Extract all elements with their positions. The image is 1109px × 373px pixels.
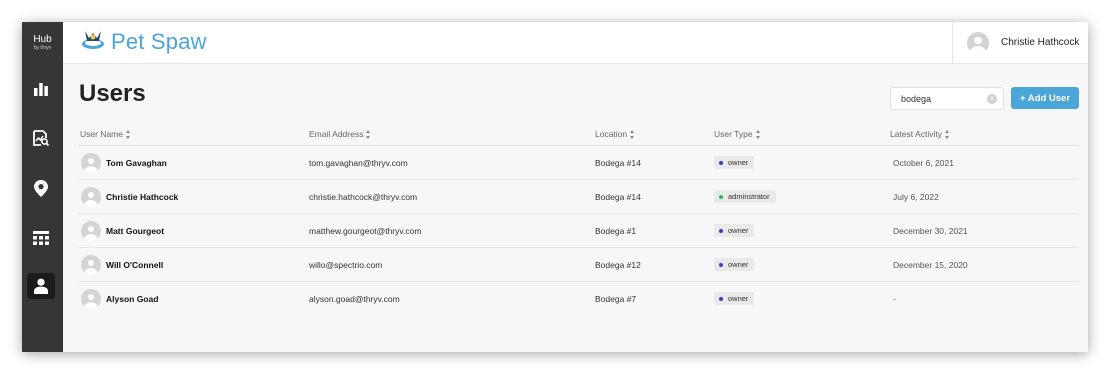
column-header-label: Latest Activity (890, 129, 942, 139)
latest-activity: July 6, 2022 (893, 192, 939, 202)
report-search-icon (32, 129, 50, 147)
hub-logo[interactable]: Hub by thryv (22, 35, 63, 51)
user-type-badge: adminstrator (714, 190, 776, 203)
table-row[interactable]: Tom Gavaghan tom.gavaghan@thryv.com Bode… (79, 146, 1079, 180)
avatar (81, 289, 101, 309)
status-dot (719, 160, 723, 165)
status-dot (719, 262, 723, 267)
sort-icon (755, 129, 761, 139)
table-row[interactable]: Christie Hathcock christie.hathcock@thry… (79, 180, 1079, 214)
column-header-label: User Name (80, 129, 123, 139)
user-type-label: owner (728, 260, 749, 269)
user-name: Christie Hathcock (106, 192, 179, 202)
top-bar: Pet Spaw Christie Hathcock (63, 22, 1088, 64)
sidebar: Hub by thryv (22, 22, 63, 352)
pet-spaw-logo-icon (81, 28, 105, 55)
table-row[interactable]: Will O'Connell willo@spectrio.com Bodega… (79, 248, 1079, 282)
brand-name: Pet Spaw (111, 28, 207, 54)
user-location: Bodega #7 (595, 294, 637, 304)
user-name: Alyson Goad (106, 294, 159, 304)
latest-activity: December 15, 2020 (893, 260, 968, 270)
user-email: willo@spectrio.com (309, 260, 383, 270)
add-user-button[interactable]: + Add User (1011, 87, 1079, 109)
avatar (81, 221, 101, 241)
avatar (81, 187, 101, 207)
user-email: tom.gavaghan@thryv.com (309, 158, 408, 168)
user-location: Bodega #14 (595, 192, 641, 202)
user-type-badge: owner (714, 258, 755, 271)
sidebar-item-analytics[interactable] (27, 76, 55, 102)
column-header-activity[interactable]: Latest Activity (890, 129, 950, 139)
sort-icon (630, 129, 635, 139)
status-dot (719, 296, 723, 301)
user-icon (34, 278, 48, 294)
user-type-label: owner (728, 294, 749, 303)
column-header-location[interactable]: Location (595, 129, 635, 139)
user-name: Will O'Connell (106, 260, 164, 270)
column-header-label: Location (595, 129, 628, 139)
bar-chart-icon (33, 81, 49, 97)
sort-icon (944, 129, 950, 139)
search-input[interactable] (901, 93, 983, 104)
avatar (81, 255, 101, 275)
apps-grid-icon (33, 231, 49, 245)
clear-icon[interactable]: × (987, 94, 997, 104)
user-email: matthew.gourgeot@thryv.com (309, 226, 422, 236)
page-title: Users (79, 80, 146, 107)
user-name: Tom Gavaghan (106, 158, 167, 168)
sort-icon (125, 129, 131, 139)
table-row[interactable]: Matt Gourgeot matthew.gourgeot@thryv.com… (79, 214, 1079, 248)
brand-logo[interactable]: Pet Spaw (81, 28, 207, 55)
avatar (967, 31, 989, 54)
hub-logo-sub: by thryv (33, 45, 52, 51)
column-header-label: User Type (714, 129, 753, 139)
column-header-user-type[interactable]: User Type (714, 129, 761, 139)
table-header: User Name Email Address Location User Ty… (79, 127, 1079, 146)
sidebar-item-users[interactable] (27, 273, 55, 299)
user-location: Bodega #1 (595, 226, 637, 236)
user-type-label: owner (728, 226, 749, 235)
user-location: Bodega #12 (595, 260, 641, 270)
latest-activity: December 30, 2021 (893, 226, 968, 236)
user-type-badge: owner (714, 224, 755, 237)
user-menu[interactable]: Christie Hathcock (952, 22, 1088, 63)
user-menu-name: Christie Hathcock (1001, 37, 1080, 48)
user-type-label: owner (728, 158, 749, 167)
location-pin-icon (34, 179, 48, 197)
column-header-email[interactable]: Email Address (309, 129, 371, 139)
sidebar-item-reports[interactable] (27, 125, 55, 151)
user-type-badge: owner (714, 292, 755, 305)
column-header-user-name[interactable]: User Name (80, 129, 131, 139)
app-window: Hub by thryv Pet Spaw Christie Hathcock … (22, 22, 1088, 352)
table-row[interactable]: Alyson Goad alyson.goad@thryv.com Bodega… (79, 282, 1079, 316)
user-name: Matt Gourgeot (106, 226, 165, 236)
hub-logo-text: Hub (33, 34, 52, 45)
user-email: alyson.goad@thryv.com (309, 294, 400, 304)
latest-activity: October 6, 2021 (893, 158, 954, 168)
users-table: User Name Email Address Location User Ty… (79, 127, 1079, 316)
user-location: Bodega #14 (595, 158, 641, 168)
sidebar-item-locations[interactable] (27, 175, 55, 201)
sort-icon (366, 129, 371, 139)
latest-activity: - (893, 294, 896, 304)
avatar (81, 153, 101, 173)
search-box: × (890, 87, 1004, 110)
status-dot (719, 194, 723, 199)
column-header-label: Email Address (309, 129, 364, 139)
status-dot (719, 228, 723, 233)
sidebar-item-apps[interactable] (27, 225, 55, 251)
user-email: christie.hathcock@thryv.com (309, 192, 418, 202)
user-type-label: adminstrator (728, 192, 770, 201)
user-type-badge: owner (714, 156, 755, 169)
